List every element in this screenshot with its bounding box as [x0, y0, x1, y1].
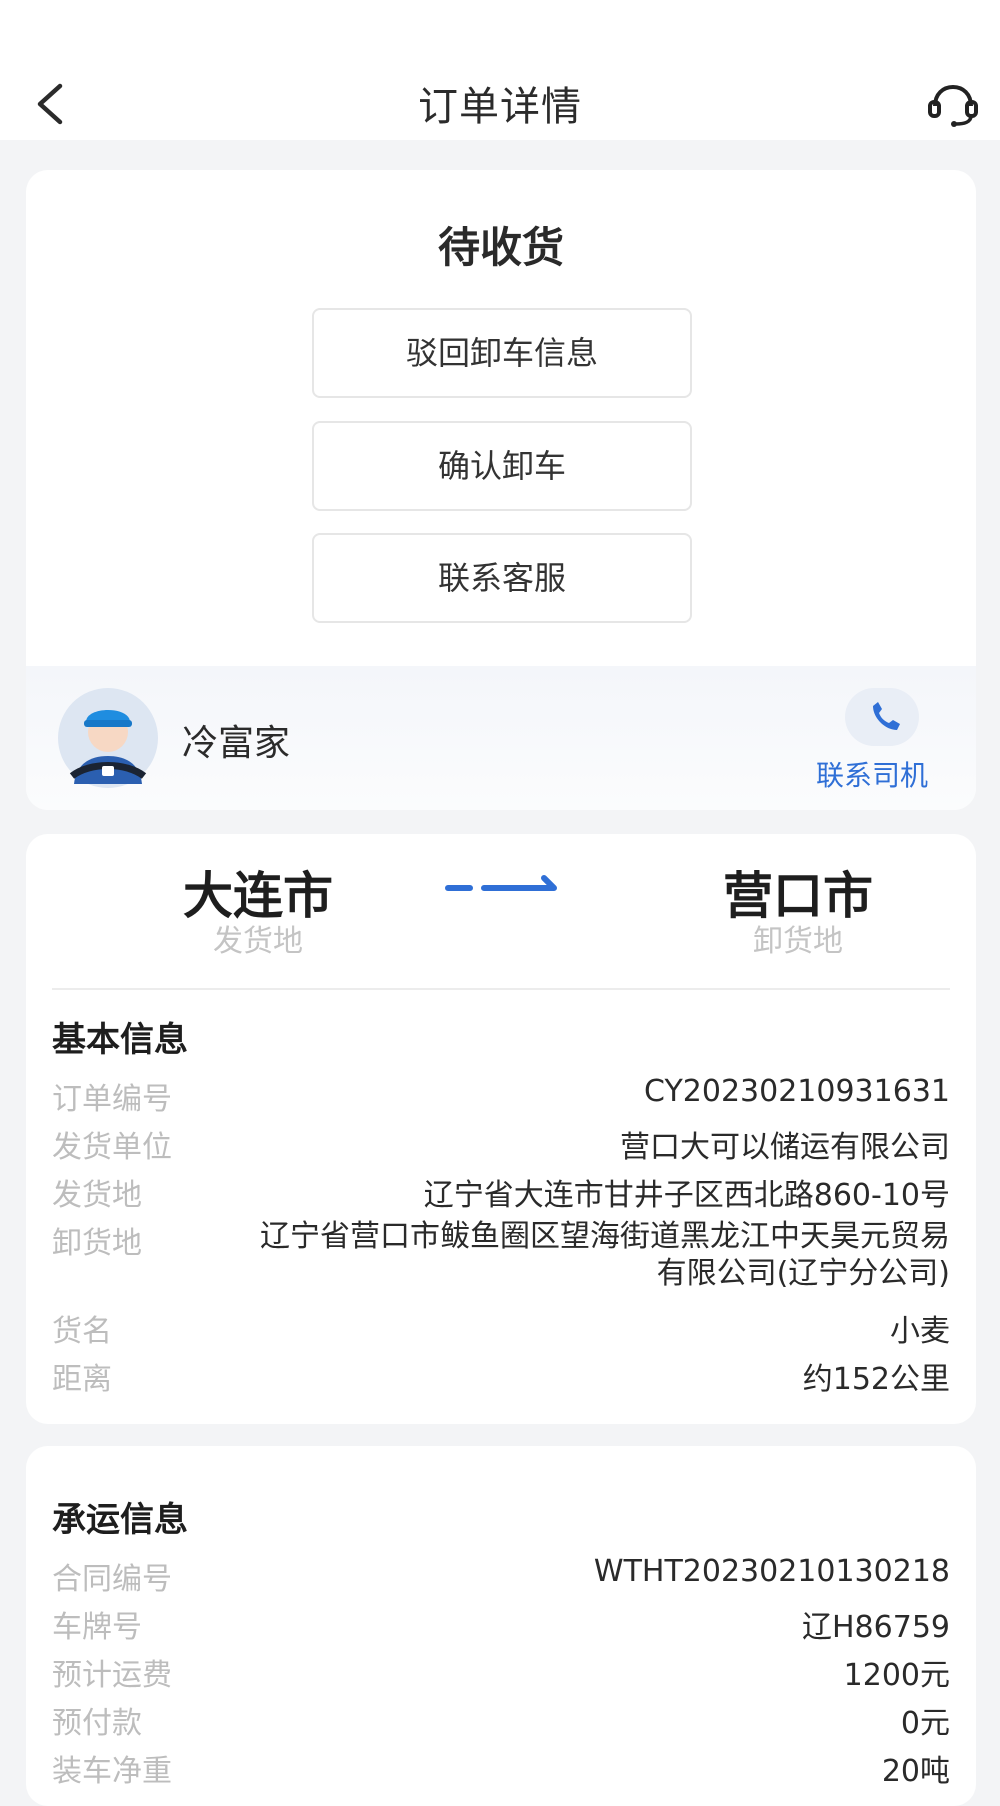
carrier-info-title: 承运信息: [52, 1500, 188, 1540]
basic-info-title: 基本信息: [52, 1020, 188, 1060]
info-label: 货名: [52, 1314, 112, 1349]
info-label: 预计运费: [52, 1658, 172, 1693]
call-driver-button[interactable]: [845, 688, 919, 746]
divider: [52, 988, 950, 990]
info-label: 距离: [52, 1362, 112, 1397]
driver-name: 冷富家: [182, 723, 291, 764]
info-label: 合同编号: [52, 1562, 172, 1597]
net-weight-value: 20吨: [881, 1754, 950, 1789]
origin-label: 发货地: [213, 924, 303, 959]
order-status-title: 待收货: [437, 223, 564, 272]
prepayment-value: 0元: [900, 1706, 950, 1741]
carrier-info-card: 承运信息 合同编号 WTHT20230210130218 车牌号 辽H86759…: [26, 1446, 976, 1806]
plate-number-value: 辽H86759: [802, 1610, 950, 1645]
destination-label: 卸货地: [753, 924, 843, 959]
cargo-name-value: 小麦: [890, 1314, 950, 1349]
info-label: 装车净重: [52, 1754, 172, 1789]
origin-address-value: 辽宁省大连市甘井子区西北路860-10号: [423, 1178, 950, 1213]
info-label: 发货地: [52, 1178, 142, 1213]
shipper-value: 营口大可以储运有限公司: [620, 1130, 950, 1165]
page-title: 订单详情: [418, 84, 582, 130]
contract-number-value: WTHT20230210130218: [593, 1554, 950, 1589]
info-label: 订单编号: [52, 1082, 172, 1117]
contact-driver-link[interactable]: 联系司机: [816, 754, 928, 794]
destination-address-value: 辽宁省营口市鲅鱼圈区望海街道黑龙江中天昊元贸易有限公司(辽宁分公司): [260, 1219, 950, 1291]
distance-value: 约152公里: [802, 1362, 950, 1397]
order-info-card: 大连市 发货地 营口市 卸货地 基本信息 订单编号 CY202302109316…: [26, 834, 976, 1424]
estimated-freight-value: 1200元: [843, 1658, 950, 1693]
phone-icon: [873, 702, 900, 730]
driver-avatar: [50, 688, 166, 788]
headset-icon: [928, 84, 978, 127]
driver-row: 冷富家 联系司机: [26, 666, 976, 810]
info-label: 卸货地: [52, 1226, 142, 1261]
reject-unload-button[interactable]: 驳回卸车信息: [312, 308, 692, 398]
order-number-value: CY20230210931631: [644, 1074, 950, 1109]
top-bar: 订单详情: [0, 0, 1000, 140]
customer-service-button[interactable]: [926, 82, 980, 128]
info-label: 预付款: [52, 1706, 142, 1741]
confirm-unload-button[interactable]: 确认卸车: [312, 421, 692, 511]
info-label: 发货单位: [52, 1130, 172, 1165]
route-arrow-icon: [444, 872, 584, 902]
info-label: 车牌号: [52, 1610, 142, 1645]
contact-service-button[interactable]: 联系客服: [312, 533, 692, 623]
status-card: 待收货 驳回卸车信息 确认卸车 联系客服 冷富家 联系司机: [26, 170, 976, 810]
